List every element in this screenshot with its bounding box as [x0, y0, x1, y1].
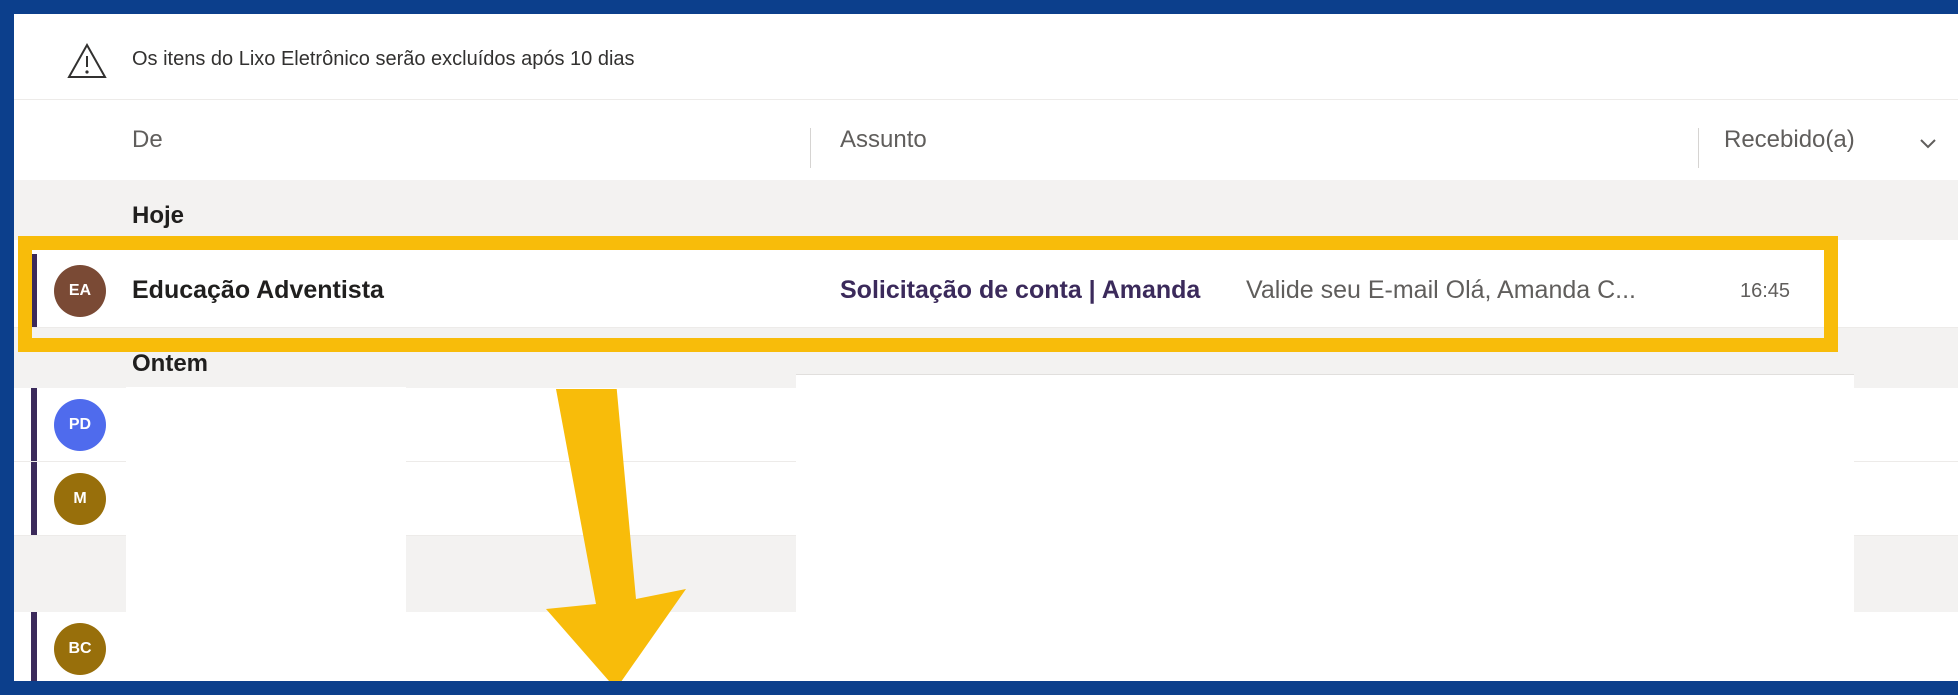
column-header: De Assunto Recebido(a) — [14, 100, 1958, 180]
message-row[interactable]: EA Educação Adventista Solicitação de co… — [14, 254, 1958, 328]
message-preview: Valide seu E-mail Olá, Amanda C... — [1246, 276, 1636, 304]
message-time: 16:45 — [1740, 280, 1791, 302]
group-header-today[interactable]: Hoje — [14, 180, 1958, 240]
avatar: PD — [54, 399, 106, 451]
column-separator[interactable] — [810, 128, 811, 168]
unread-indicator — [31, 388, 37, 461]
redaction-overlay — [126, 387, 406, 677]
banner-text: Os itens do Lixo Eletrônico serão excluí… — [132, 48, 635, 70]
column-separator[interactable] — [1698, 128, 1699, 168]
column-received[interactable]: Recebido(a) — [1724, 126, 1855, 154]
message-subject: Solicitação de conta | Amanda — [840, 276, 1201, 304]
warning-icon — [67, 42, 107, 78]
arrow-down-icon — [546, 389, 686, 681]
junk-warning-banner: Os itens do Lixo Eletrônico serão excluí… — [14, 14, 1958, 100]
group-label: Ontem — [132, 350, 209, 377]
unread-indicator — [31, 254, 37, 327]
redaction-overlay — [796, 374, 1854, 674]
avatar: M — [54, 473, 106, 525]
avatar: BC — [54, 623, 106, 675]
column-subject[interactable]: Assunto — [840, 126, 927, 154]
group-label: Hoje — [132, 202, 185, 229]
avatar: EA — [54, 265, 106, 317]
message-sender: Educação Adventista — [132, 276, 384, 304]
chevron-down-icon[interactable] — [1919, 138, 1937, 150]
unread-indicator — [31, 612, 37, 681]
junk-mail-list: Os itens do Lixo Eletrônico serão excluí… — [14, 14, 1958, 681]
column-from[interactable]: De — [132, 126, 163, 154]
unread-indicator — [31, 462, 37, 535]
